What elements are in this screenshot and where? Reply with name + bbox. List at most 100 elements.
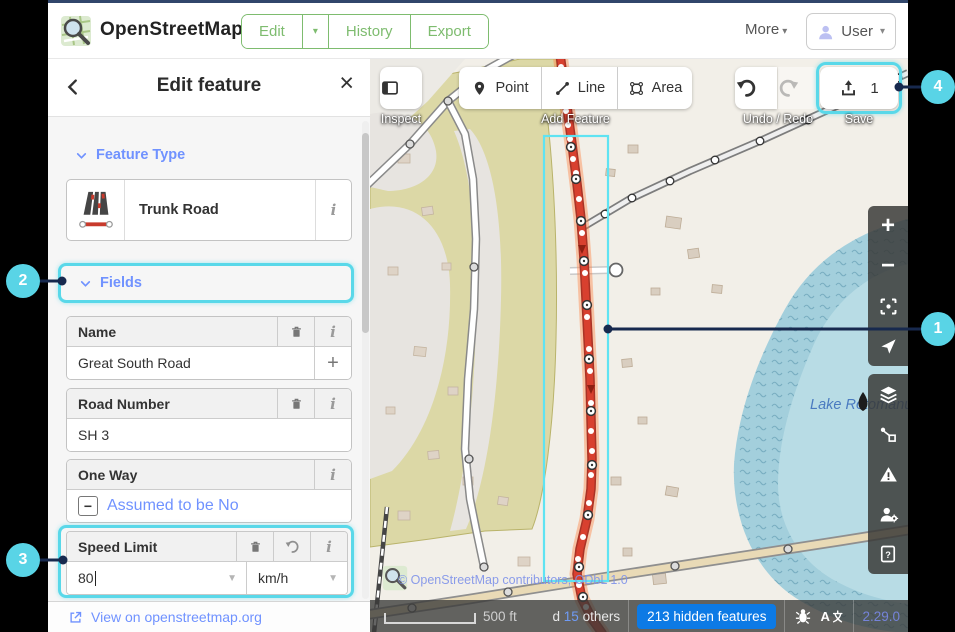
road-number-input[interactable]: SH 3 [67,419,351,451]
layers-button[interactable] [868,374,908,414]
close-icon[interactable]: × [339,71,354,96]
chevron-down-icon: ▾ [782,26,787,37]
save-button[interactable]: 1 [820,67,898,109]
redo-icon [778,77,800,99]
undo-redo-label: Undo / Redo [722,112,834,126]
upload-icon [839,79,858,98]
user-menu-button[interactable]: User ▾ [806,13,896,50]
feature-type-card[interactable]: Trunk Road i [66,179,352,241]
more-menu[interactable]: More▾ [745,21,787,38]
add-feature-group: Point Line [459,67,692,109]
map-data-button[interactable] [868,414,908,454]
point-icon [471,80,488,97]
scale-bar [384,613,476,624]
trash-icon[interactable] [236,532,273,561]
fields-section-header[interactable]: Fields [58,263,354,303]
zoom-in-button[interactable]: + [868,206,908,246]
edit-button[interactable]: Edit [242,15,303,48]
geolocate-button[interactable] [868,326,908,366]
undo-button[interactable] [735,67,777,109]
speed-limit-field: Speed Limit i 80 ▼ [66,531,348,595]
map-svg: Lake Rotomanuka [370,59,908,632]
edit-dropdown-caret[interactable]: ▾ [303,15,329,48]
hidden-features-button[interactable]: 213 hidden features [637,604,776,629]
divider [628,600,629,632]
trash-icon[interactable] [277,317,314,346]
svg-text:A: A [821,609,831,624]
translate-icon[interactable]: A [819,607,845,625]
preferences-button[interactable] [868,494,908,534]
trunk-road-icon [67,180,125,240]
user-gear-icon [878,504,899,525]
road-number-field: Road Number i SH 3 [66,388,352,452]
speed-limit-highlight: Speed Limit i 80 ▼ [58,525,354,598]
contributors-count-link[interactable]: 15 [564,609,579,624]
one-way-field-label: One Way [67,460,314,489]
zoom-to-selection-button[interactable] [868,286,908,326]
navigation-arrow-icon [879,337,898,356]
speed-limit-combo[interactable]: 80 ▼ [67,562,247,594]
callout-badge-3: 3 [6,543,40,577]
version-label[interactable]: 2.29.0 [862,609,900,624]
scale-label: 500 ft [483,609,517,624]
divider [784,600,785,632]
bug-report-icon[interactable] [793,607,813,625]
trash-icon[interactable] [277,389,314,418]
area-icon [628,80,645,97]
help-button[interactable]: ? [868,534,908,574]
add-point-button[interactable]: Point [459,67,541,109]
info-icon[interactable]: i [314,460,351,489]
save-label: Save [820,112,898,126]
zoom-controls: + − [868,206,908,366]
undo-field-icon[interactable] [273,532,310,561]
view-on-osm-link[interactable]: View on openstreetmap.org [91,609,262,625]
chevron-down-icon [79,277,92,290]
add-feature-label: Add Feature [459,112,692,126]
map-attribution[interactable]: © OpenStreetMap contributors, ODbL 1.0 [398,573,628,587]
zoom-out-button[interactable]: − [868,246,908,286]
external-link-icon [68,610,83,625]
add-line-button[interactable]: Line [542,67,617,109]
feature-type-section-header[interactable]: Feature Type [75,147,185,163]
main-nav: Edit ▾ History Export [241,14,489,49]
history-button[interactable]: History [329,15,411,48]
sidebar-scrollbar[interactable] [362,121,369,599]
redo-button[interactable] [778,67,820,109]
speed-unit-combo[interactable]: km/h ▼ [247,562,347,594]
divider [853,600,854,632]
add-value-icon[interactable]: + [314,347,351,379]
contributors-text: d 15 others [552,609,620,624]
info-icon[interactable]: i [314,317,351,346]
scrollbar-thumb[interactable] [362,133,369,333]
sidebar-footer: View on openstreetmap.org [48,601,370,632]
one-way-checkbox[interactable]: − [78,496,98,516]
app-window: OpenStreetMap Edit ▾ History Export More… [48,0,908,632]
name-field-label: Name [67,317,277,346]
one-way-field: One Way i − Assumed to be No [66,459,352,523]
info-icon[interactable]: i [315,180,351,240]
chevron-down-icon: ▾ [880,26,885,37]
brand-title: OpenStreetMap [100,19,243,41]
svg-text:?: ? [885,550,891,560]
callout-badge-2: 2 [6,264,40,298]
panel-header: Edit feature × [48,59,370,117]
undo-icon [735,77,757,99]
info-icon[interactable]: i [314,389,351,418]
feature-type-name: Trunk Road [125,180,315,240]
chevron-down-icon [75,149,88,162]
callout-badge-4: 4 [921,70,955,104]
speed-limit-field-label: Speed Limit [67,532,236,561]
help-icon: ? [878,544,898,564]
one-way-value: Assumed to be No [107,497,239,515]
save-count: 1 [870,80,878,97]
map-canvas[interactable]: Lake Rotomanuka © OpenStreetMap contribu… [370,59,908,632]
inspect-button[interactable] [380,67,422,109]
info-icon[interactable]: i [310,532,347,561]
chevron-down-icon: ▼ [328,573,338,584]
add-area-button[interactable]: Area [618,67,692,109]
name-input[interactable]: Great South Road [67,347,314,379]
export-button[interactable]: Export [411,15,488,48]
edit-sidebar: Edit feature × Feature Type [48,59,370,632]
issues-button[interactable] [868,454,908,494]
warning-icon [878,464,899,485]
